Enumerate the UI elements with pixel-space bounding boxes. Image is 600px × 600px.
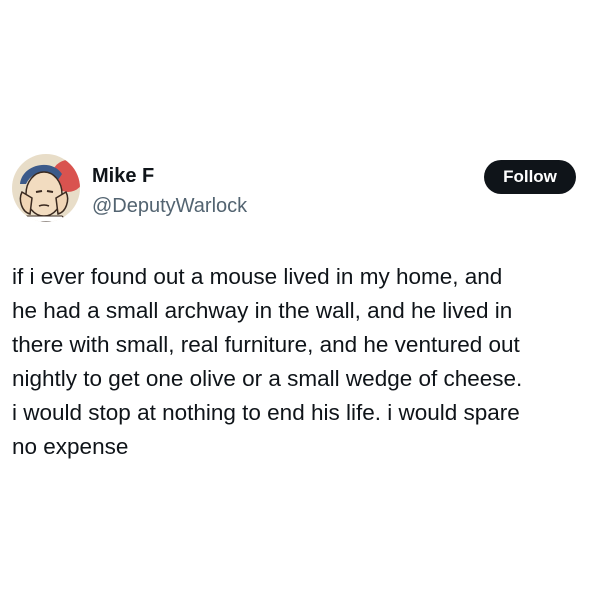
- tweet-text-line: if i ever found out a mouse lived in my …: [12, 264, 503, 289]
- comic-man-face-icon: [12, 154, 80, 222]
- tweet-card: Mike F @DeputyWarlock Follow if i ever f…: [0, 0, 600, 600]
- tweet-text-line: i would stop at nothing to end his life.…: [12, 400, 520, 425]
- user-handle[interactable]: @DeputyWarlock: [92, 194, 247, 218]
- follow-button[interactable]: Follow: [484, 160, 576, 194]
- display-name[interactable]: Mike F: [92, 164, 154, 188]
- tweet-text-line: nightly to get one olive or a small wedg…: [12, 366, 523, 391]
- tweet-text: if i ever found out a mouse lived in my …: [12, 260, 592, 464]
- avatar[interactable]: [12, 154, 80, 222]
- tweet-text-line: no expense: [12, 434, 129, 459]
- tweet-text-line: there with small, real furniture, and he…: [12, 332, 520, 357]
- tweet-text-line: he had a small archway in the wall, and …: [12, 298, 513, 323]
